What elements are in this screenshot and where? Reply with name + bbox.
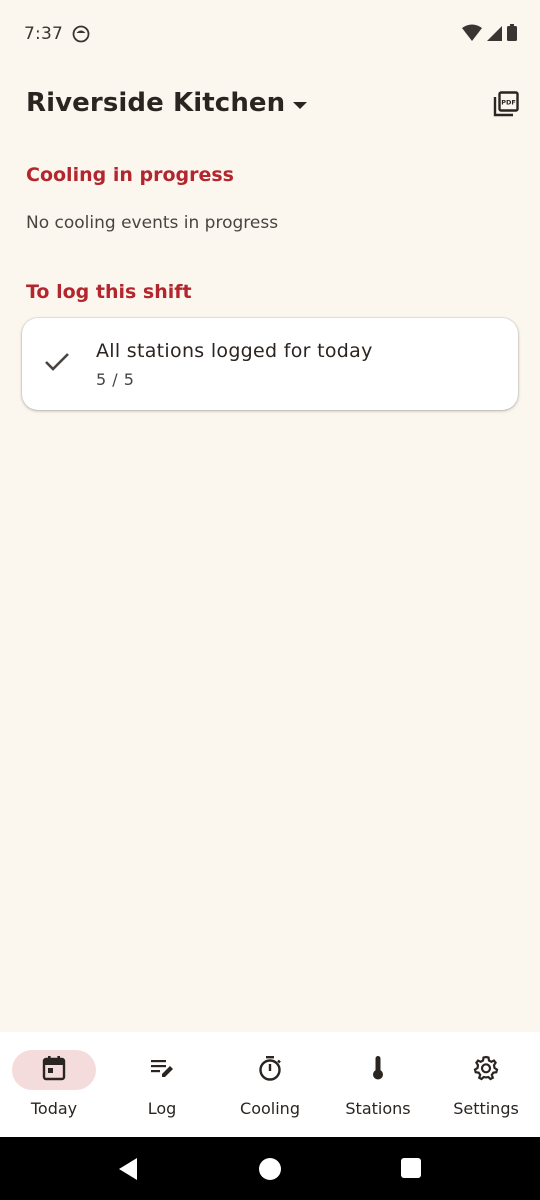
card-count: 5 / 5 bbox=[96, 370, 135, 389]
nav-label-today: Today bbox=[30, 1099, 78, 1118]
svg-text:PDF: PDF bbox=[501, 99, 516, 107]
nav-label-stations: Stations bbox=[345, 1099, 411, 1118]
status-time: 7:37 bbox=[24, 24, 63, 44]
nav-item-log[interactable]: Log bbox=[108, 1032, 216, 1137]
nav-pill-settings bbox=[444, 1050, 528, 1090]
app-bar: Riverside Kitchen PDF bbox=[0, 70, 540, 142]
nav-item-cooling[interactable]: Cooling bbox=[216, 1032, 324, 1137]
kitchen-name: Riverside Kitchen bbox=[26, 88, 286, 118]
system-nav-bar bbox=[0, 1137, 540, 1200]
status-bar: 7:37 bbox=[0, 0, 540, 70]
nav-pill-today bbox=[12, 1050, 96, 1090]
cooling-empty-text: No cooling events in progress bbox=[26, 213, 279, 233]
system-home-icon[interactable] bbox=[259, 1158, 281, 1180]
nav-pill-cooling bbox=[228, 1050, 312, 1090]
nav-item-settings[interactable]: Settings bbox=[432, 1032, 540, 1137]
check-icon bbox=[44, 352, 70, 376]
system-back-icon[interactable] bbox=[117, 1157, 139, 1185]
card-title: All stations logged for today bbox=[96, 340, 373, 362]
nav-pill-stations bbox=[336, 1050, 420, 1090]
bottom-nav: Today Log Cooling Stations Settings bbox=[0, 1032, 540, 1137]
gear-icon bbox=[473, 1055, 499, 1085]
to-log-heading: To log this shift bbox=[26, 281, 192, 303]
app-notification-icon bbox=[72, 25, 90, 47]
edit-note-icon bbox=[149, 1055, 175, 1085]
nav-item-today[interactable]: Today bbox=[0, 1032, 108, 1137]
battery-icon bbox=[506, 24, 518, 46]
nav-label-cooling: Cooling bbox=[240, 1099, 300, 1118]
wifi-icon bbox=[462, 24, 482, 46]
arrow-drop-down-icon bbox=[293, 95, 308, 114]
system-recents-icon[interactable] bbox=[401, 1158, 421, 1178]
timer-icon bbox=[257, 1055, 283, 1085]
stations-logged-card[interactable]: All stations logged for today 5 / 5 bbox=[22, 318, 518, 410]
cooling-heading: Cooling in progress bbox=[26, 164, 234, 186]
nav-pill-log bbox=[120, 1050, 204, 1090]
thermometer-icon bbox=[365, 1055, 391, 1085]
kitchen-selector[interactable]: Riverside Kitchen bbox=[26, 88, 308, 118]
nav-label-log: Log bbox=[147, 1099, 177, 1118]
export-pdf-button[interactable]: PDF bbox=[488, 88, 524, 124]
nav-label-settings: Settings bbox=[453, 1099, 519, 1118]
cell-signal-icon bbox=[486, 24, 502, 46]
calendar-icon bbox=[41, 1055, 67, 1085]
picture-as-pdf-icon: PDF bbox=[492, 90, 520, 122]
nav-item-stations[interactable]: Stations bbox=[324, 1032, 432, 1137]
